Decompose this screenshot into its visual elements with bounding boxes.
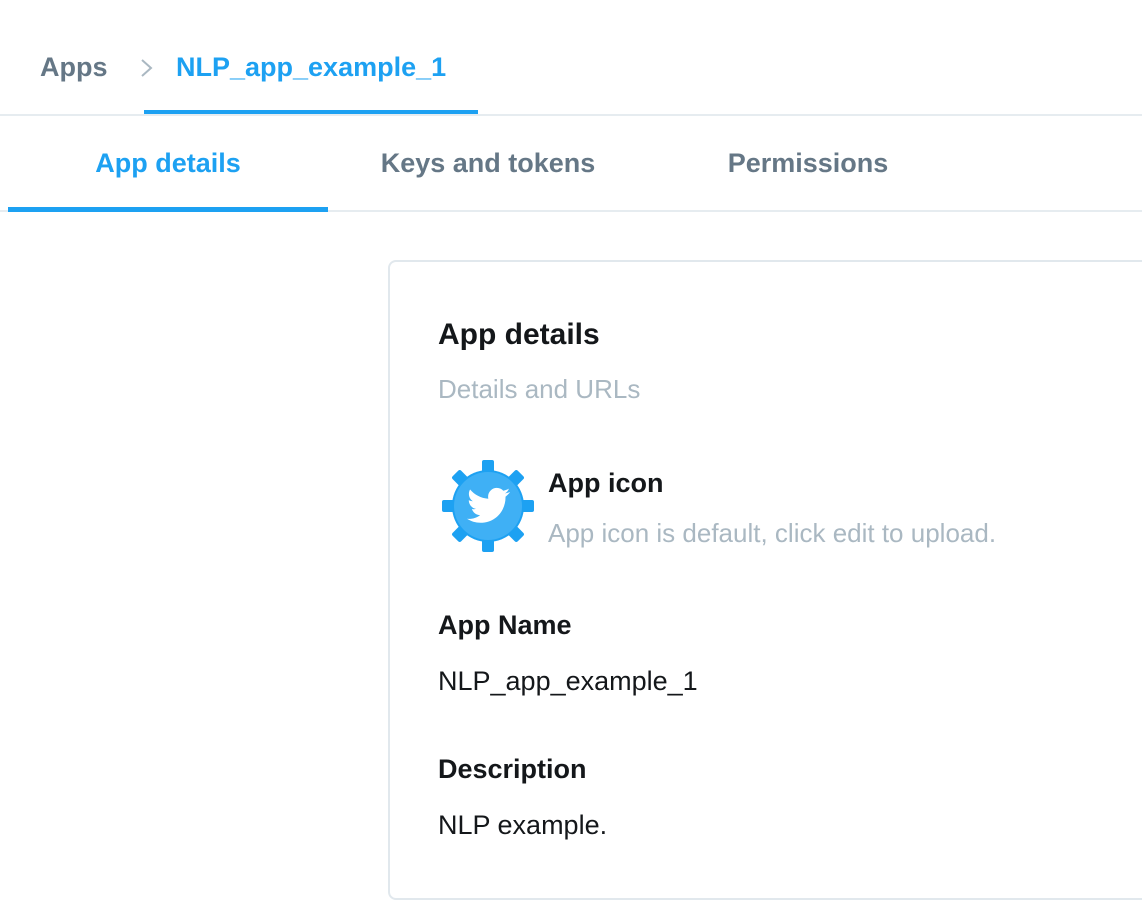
app-name-value: NLP_app_example_1 [438,666,698,696]
twitter-gear-icon [442,460,534,552]
app-name-label: App Name [438,610,572,640]
description-label: Description [438,754,587,784]
card-title: App details [438,318,600,351]
tab-permissions[interactable]: Permissions [648,116,968,212]
app-icon-label: App icon [548,468,664,498]
app-details-card: App details Details and URLs App icon Ap… [388,260,1142,900]
breadcrumb-apps-link[interactable]: Apps [40,52,108,83]
tab-keys-and-tokens[interactable]: Keys and tokens [328,116,648,212]
tab-bar: App details Keys and tokens Permissions [0,116,1142,212]
description-value: NLP example. [438,810,608,840]
card-subtitle: Details and URLs [438,374,641,404]
breadcrumb-current-app[interactable]: NLP_app_example_1 [144,0,479,114]
app-icon-hint: App icon is default, click edit to uploa… [548,518,997,548]
tab-app-details[interactable]: App details [8,116,328,212]
breadcrumb: Apps NLP_app_example_1 [0,0,1142,116]
